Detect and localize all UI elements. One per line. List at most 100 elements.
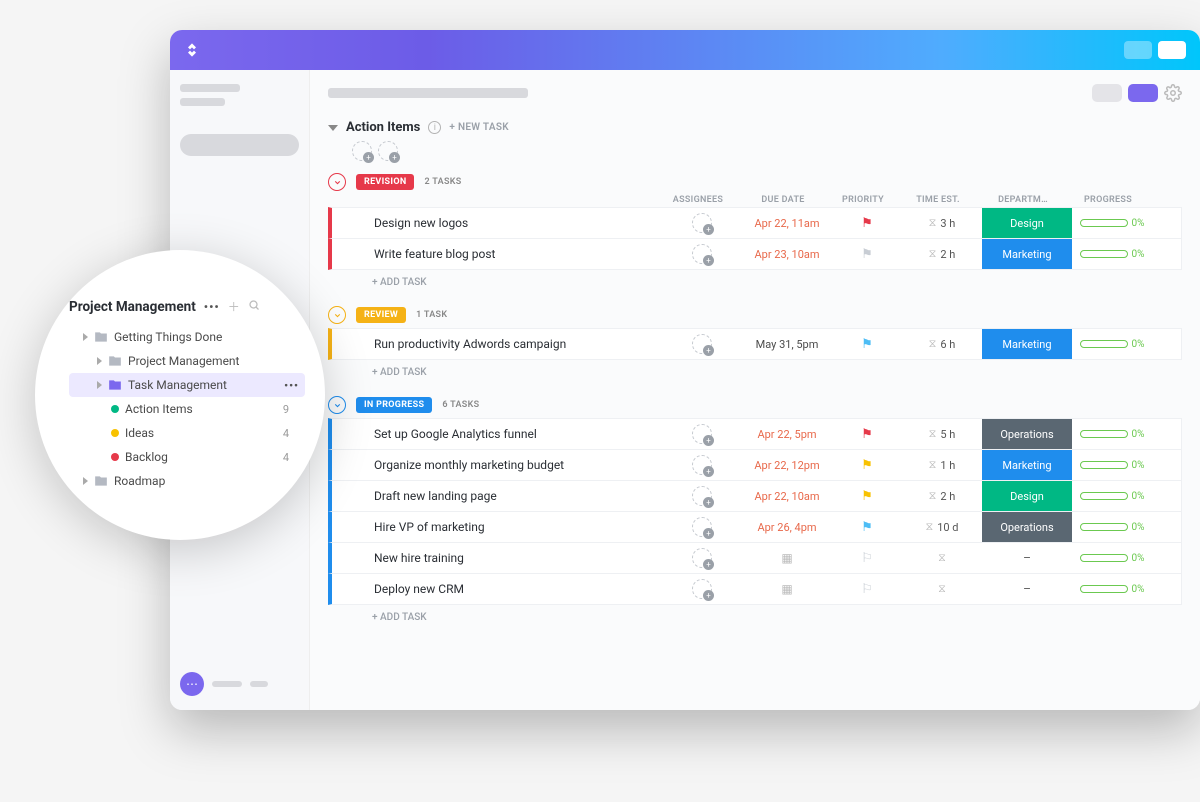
due-date-empty[interactable]: ▦ bbox=[742, 551, 832, 565]
time-estimate[interactable]: ⧖6 h bbox=[902, 337, 982, 351]
due-date[interactable]: Apr 26, 4pm bbox=[742, 521, 832, 534]
sidebar-item-roadmap[interactable]: Roadmap bbox=[69, 469, 305, 493]
add-task-button[interactable]: + ADD TASK bbox=[328, 359, 1182, 386]
status-badge[interactable]: REVIEW bbox=[356, 307, 406, 323]
dept-tag[interactable]: Marketing bbox=[982, 239, 1072, 269]
dept-tag[interactable]: Operations bbox=[982, 512, 1072, 542]
assignee-cell[interactable] bbox=[662, 334, 742, 354]
assignee-cell[interactable] bbox=[662, 455, 742, 475]
more-icon[interactable]: ••• bbox=[204, 300, 220, 314]
status-badge[interactable]: IN PROGRESS bbox=[356, 397, 432, 413]
header-action-2[interactable] bbox=[1158, 41, 1186, 59]
progress-cell[interactable]: 0% bbox=[1072, 584, 1152, 595]
assignee-add-icon[interactable] bbox=[692, 486, 712, 506]
sidebar-item-ideas[interactable]: Ideas 4 bbox=[69, 421, 305, 445]
add-task-button[interactable]: + ADD TASK bbox=[328, 604, 1182, 631]
time-empty[interactable]: ⧖ bbox=[902, 551, 982, 565]
assignee-add-icon[interactable] bbox=[692, 424, 712, 444]
assignee-cell[interactable] bbox=[662, 244, 742, 264]
progress-cell[interactable]: 0% bbox=[1072, 339, 1152, 350]
priority-flag[interactable]: ⚑ bbox=[832, 520, 902, 535]
assignee-cell[interactable] bbox=[662, 517, 742, 537]
assignee-cell[interactable] bbox=[662, 486, 742, 506]
task-row[interactable]: Deploy new CRM ▦⚐⧖– 0% bbox=[328, 573, 1182, 605]
progress-cell[interactable]: 0% bbox=[1072, 249, 1152, 260]
search-icon[interactable] bbox=[248, 299, 260, 314]
task-row[interactable]: Design new logos Apr 22, 11am⚑⧖3 hDesign… bbox=[328, 207, 1182, 239]
priority-empty[interactable]: ⚐ bbox=[832, 551, 902, 566]
list-collapse-icon[interactable] bbox=[328, 125, 338, 131]
assignee-add-icon[interactable] bbox=[692, 548, 712, 568]
sidebar-item-task-management[interactable]: Task Management••• bbox=[69, 373, 305, 397]
assignee-add-icon[interactable] bbox=[692, 244, 712, 264]
collapse-button[interactable] bbox=[328, 396, 346, 414]
sidebar-search[interactable] bbox=[180, 134, 299, 156]
progress-cell[interactable]: 0% bbox=[1072, 460, 1152, 471]
due-date[interactable]: Apr 23, 10am bbox=[742, 248, 832, 261]
due-date[interactable]: Apr 22, 10am bbox=[742, 490, 832, 503]
item-more-icon[interactable]: ••• bbox=[284, 379, 299, 392]
progress-cell[interactable]: 0% bbox=[1072, 553, 1152, 564]
task-row[interactable]: Draft new landing page Apr 22, 10am⚑⧖2 h… bbox=[328, 480, 1182, 512]
time-estimate[interactable]: ⧖3 h bbox=[902, 216, 982, 230]
sidebar-item-backlog[interactable]: Backlog 4 bbox=[69, 445, 305, 469]
due-date-empty[interactable]: ▦ bbox=[742, 582, 832, 596]
collapse-button[interactable] bbox=[328, 173, 346, 191]
assignee-add-icon[interactable] bbox=[692, 213, 712, 233]
help-button[interactable]: ⋯ bbox=[180, 672, 204, 696]
due-date[interactable]: Apr 22, 12pm bbox=[742, 459, 832, 472]
task-row[interactable]: New hire training ▦⚐⧖– 0% bbox=[328, 542, 1182, 574]
task-row[interactable]: Run productivity Adwords campaign May 31… bbox=[328, 328, 1182, 360]
time-estimate[interactable]: ⧖5 h bbox=[902, 427, 982, 441]
priority-flag[interactable]: ⚑ bbox=[832, 247, 902, 262]
dept-tag[interactable]: Marketing bbox=[982, 450, 1072, 480]
due-date[interactable]: May 31, 5pm bbox=[742, 338, 832, 351]
assignee-add-icon[interactable] bbox=[692, 334, 712, 354]
add-watcher-icon[interactable] bbox=[378, 141, 398, 161]
time-estimate[interactable]: ⧖2 h bbox=[902, 247, 982, 261]
dept-tag[interactable]: Design bbox=[982, 208, 1072, 238]
progress-cell[interactable]: 0% bbox=[1072, 429, 1152, 440]
progress-cell[interactable]: 0% bbox=[1072, 491, 1152, 502]
task-row[interactable]: Write feature blog post Apr 23, 10am⚑⧖2 … bbox=[328, 238, 1182, 270]
time-empty[interactable]: ⧖ bbox=[902, 582, 982, 596]
time-estimate[interactable]: ⧖2 h bbox=[902, 489, 982, 503]
time-estimate[interactable]: ⧖1 h bbox=[902, 458, 982, 472]
new-task-button[interactable]: + NEW TASK bbox=[449, 122, 509, 133]
due-date[interactable]: Apr 22, 5pm bbox=[742, 428, 832, 441]
sidebar-item-getting-things-done[interactable]: Getting Things Done bbox=[69, 325, 305, 349]
header-action-1[interactable] bbox=[1124, 41, 1152, 59]
assignee-cell[interactable] bbox=[662, 548, 742, 568]
assignee-add-icon[interactable] bbox=[692, 579, 712, 599]
assignee-add-icon[interactable] bbox=[692, 517, 712, 537]
assignee-add-icon[interactable] bbox=[692, 455, 712, 475]
settings-icon[interactable] bbox=[1164, 84, 1182, 102]
collapse-button[interactable] bbox=[328, 306, 346, 324]
assignee-cell[interactable] bbox=[662, 579, 742, 599]
dept-tag[interactable]: Design bbox=[982, 481, 1072, 511]
task-row[interactable]: Organize monthly marketing budget Apr 22… bbox=[328, 449, 1182, 481]
sidebar-item-action-items[interactable]: Action Items 9 bbox=[69, 397, 305, 421]
add-task-button[interactable]: + ADD TASK bbox=[328, 269, 1182, 296]
task-row[interactable]: Hire VP of marketing Apr 26, 4pm⚑⧖10 dOp… bbox=[328, 511, 1182, 543]
info-icon[interactable]: i bbox=[428, 121, 441, 134]
add-icon[interactable]: ＋ bbox=[228, 298, 240, 315]
priority-flag[interactable]: ⚑ bbox=[832, 337, 902, 352]
dept-tag[interactable]: Marketing bbox=[982, 329, 1072, 359]
priority-flag[interactable]: ⚑ bbox=[832, 458, 902, 473]
priority-flag[interactable]: ⚑ bbox=[832, 489, 902, 504]
priority-flag[interactable]: ⚑ bbox=[832, 216, 902, 231]
progress-cell[interactable]: 0% bbox=[1072, 218, 1152, 229]
priority-flag[interactable]: ⚑ bbox=[832, 427, 902, 442]
priority-empty[interactable]: ⚐ bbox=[832, 582, 902, 597]
view-option-2[interactable] bbox=[1128, 84, 1158, 102]
assignee-cell[interactable] bbox=[662, 213, 742, 233]
due-date[interactable]: Apr 22, 11am bbox=[742, 217, 832, 230]
view-option-1[interactable] bbox=[1092, 84, 1122, 102]
dept-tag[interactable]: Operations bbox=[982, 419, 1072, 449]
time-estimate[interactable]: ⧖10 d bbox=[902, 520, 982, 534]
sidebar-item-project-management[interactable]: Project Management bbox=[69, 349, 305, 373]
status-badge[interactable]: REVISION bbox=[356, 174, 414, 190]
task-row[interactable]: Set up Google Analytics funnel Apr 22, 5… bbox=[328, 418, 1182, 450]
progress-cell[interactable]: 0% bbox=[1072, 522, 1152, 533]
